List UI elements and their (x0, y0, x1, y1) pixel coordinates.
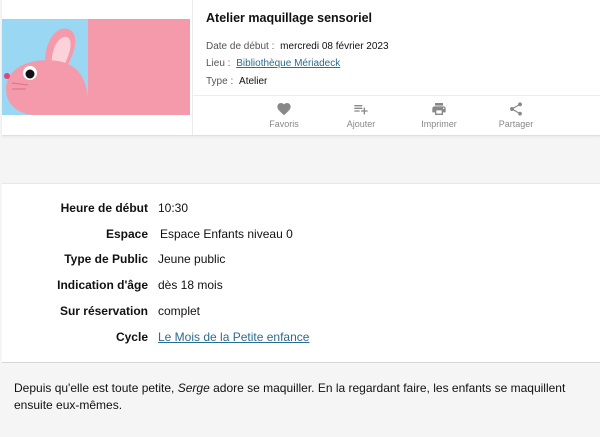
location-link[interactable]: Bibliothèque Mériadeck (236, 58, 340, 69)
type-value: Atelier (239, 76, 268, 87)
favorites-label: Favoris (269, 119, 299, 129)
event-location: Lieu : Bibliothèque Mériadeck (206, 58, 340, 69)
event-date: Date de début : mercredi 08 février 2023 (206, 41, 389, 52)
detail-label: Heure de début (60, 201, 148, 215)
print-button[interactable]: Imprimer (404, 101, 474, 129)
detail-label: Cycle (115, 330, 148, 344)
detail-label: Sur réservation (59, 304, 148, 318)
rabbit-illustration-icon (4, 28, 89, 115)
detail-row-reservation: Sur réservation complet (2, 304, 600, 324)
share-button[interactable]: Partager (481, 101, 551, 129)
location-label: Lieu : (206, 58, 231, 69)
detail-value: dès 18 mois (158, 278, 223, 292)
share-label: Partager (498, 119, 534, 129)
description-emphasis: Serge (177, 381, 210, 395)
detail-label: Type de Public (64, 252, 148, 266)
event-thumbnail[interactable] (2, 19, 190, 115)
event-type: Type : Atelier (206, 76, 267, 87)
event-info: Atelier maquillage sensoriel Date de déb… (192, 0, 600, 135)
page: Atelier maquillage sensoriel Date de déb… (0, 0, 600, 437)
detail-label: Indication d'âge (57, 278, 148, 292)
add-label: Ajouter (346, 119, 376, 129)
actions-divider (193, 95, 600, 96)
playlist-add-icon (326, 101, 396, 119)
detail-value: Jeune public (158, 252, 226, 266)
event-description: Depuis qu'elle est toute petite, Serge a… (14, 380, 594, 414)
cycle-link[interactable]: Le Mois de la Petite enfance (158, 330, 309, 344)
heart-icon (249, 101, 319, 119)
detail-value: complet (158, 304, 201, 318)
description-text-start: Depuis qu'elle est toute petite, (14, 381, 178, 395)
detail-row-space: Espace Espace Enfants niveau 0 (2, 227, 600, 247)
event-details-panel: Heure de début 10:30 Espace Espace Enfan… (2, 183, 600, 363)
event-title: Atelier maquillage sensoriel (206, 11, 373, 25)
printer-icon (404, 101, 474, 119)
date-label: Date de début : (206, 41, 275, 52)
detail-label: Espace (105, 227, 148, 241)
detail-row-age: Indication d'âge dès 18 mois (2, 278, 600, 298)
favorites-button[interactable]: Favoris (249, 101, 319, 129)
add-to-agenda-button[interactable]: Ajouter (326, 101, 396, 129)
detail-row-audience: Type de Public Jeune public (2, 252, 600, 272)
share-icon (481, 101, 551, 119)
detail-value: 10:30 (158, 201, 189, 215)
detail-row-start-time: Heure de début 10:30 (2, 201, 600, 221)
detail-row-cycle: Cycle Le Mois de la Petite enfance (2, 330, 600, 350)
type-label: Type : (206, 76, 234, 87)
print-label: Imprimer (421, 119, 457, 129)
detail-value: Espace Enfants niveau 0 (160, 227, 293, 241)
event-card: Atelier maquillage sensoriel Date de déb… (2, 0, 600, 136)
date-value: mercredi 08 février 2023 (280, 41, 389, 52)
